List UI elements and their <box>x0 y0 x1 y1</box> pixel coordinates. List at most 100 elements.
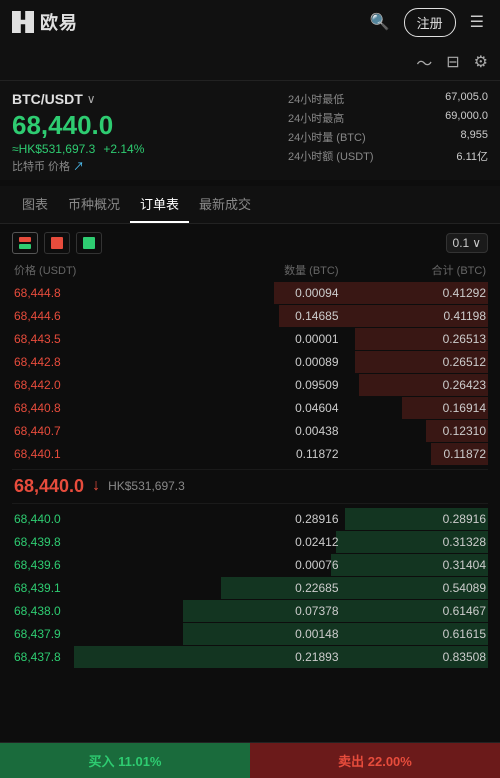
ask-orders: 68,444.8 0.00094 0.41292 68,444.6 0.1468… <box>12 282 488 465</box>
ask-total: 0.41198 <box>339 309 487 323</box>
mid-price-row: 68,440.0 ↓ HK$531,697.3 <box>12 469 488 504</box>
sell-button[interactable]: 卖出 22.00% <box>250 743 500 778</box>
tab-chart[interactable]: 图表 <box>12 186 58 223</box>
ask-row[interactable]: 68,443.5 0.00001 0.26513 <box>12 328 488 350</box>
sub-header: 〜 ⊟ ⚙ <box>0 44 500 81</box>
current-price: 68,440.0 <box>12 111 288 140</box>
orderbook-toolbar: 0.1 ∨ <box>12 232 488 254</box>
bid-total: 0.31404 <box>339 558 487 572</box>
mid-direction-icon: ↓ <box>92 477 100 495</box>
tab-orderbook[interactable]: 订单表 <box>130 186 189 223</box>
bid-qty: 0.22685 <box>191 581 339 595</box>
stat-vol-usdt-value: 6.11亿 <box>456 148 488 164</box>
ask-total: 0.12310 <box>339 424 487 438</box>
bid-price: 68,439.6 <box>14 558 191 572</box>
bid-total: 0.31328 <box>339 535 487 549</box>
tab-overview[interactable]: 币种概况 <box>58 186 130 223</box>
bid-total: 0.61615 <box>339 627 487 641</box>
bid-price: 68,439.8 <box>14 535 191 549</box>
bid-price: 68,437.8 <box>14 650 191 664</box>
view-sell-button[interactable] <box>44 232 70 254</box>
stat-low-value: 67,005.0 <box>445 91 488 107</box>
stat-vol-btc-value: 8,955 <box>460 129 488 145</box>
bid-price: 68,437.9 <box>14 627 191 641</box>
ask-qty: 0.00089 <box>191 355 339 369</box>
stat-vol-usdt-label: 24小时额 (USDT) <box>288 148 374 164</box>
bid-qty: 0.02412 <box>191 535 339 549</box>
bid-row[interactable]: 68,437.9 0.00148 0.61615 <box>12 623 488 645</box>
pair-dropdown-icon[interactable]: ∨ <box>87 92 96 106</box>
pair-row: BTC/USDT ∨ <box>12 91 288 107</box>
coin-label: 比特币 价格 ↗ <box>12 158 288 174</box>
bid-price: 68,439.1 <box>14 581 191 595</box>
bid-row[interactable]: 68,439.1 0.22685 0.54089 <box>12 577 488 599</box>
stat-high: 24小时最高 69,000.0 <box>288 110 488 126</box>
stat-vol-btc: 24小时量 (BTC) 8,955 <box>288 129 488 145</box>
ask-row[interactable]: 68,444.6 0.14685 0.41198 <box>12 305 488 327</box>
bid-qty: 0.21893 <box>191 650 339 664</box>
ask-qty: 0.04604 <box>191 401 339 415</box>
bid-row[interactable]: 68,440.0 0.28916 0.28916 <box>12 508 488 530</box>
ask-price: 68,443.5 <box>14 332 191 346</box>
ask-total: 0.26512 <box>339 355 487 369</box>
column-headers: 价格 (USDT) 数量 (BTC) 合计 (BTC) <box>12 262 488 278</box>
chart-activity-icon[interactable]: 〜 <box>416 50 432 74</box>
orderbook-section: 0.1 ∨ 价格 (USDT) 数量 (BTC) 合计 (BTC) 68,444… <box>0 224 500 677</box>
stat-high-value: 69,000.0 <box>445 110 488 126</box>
ask-row[interactable]: 68,440.7 0.00438 0.12310 <box>12 420 488 442</box>
bid-qty: 0.00148 <box>191 627 339 641</box>
bid-qty: 0.00076 <box>191 558 339 572</box>
tab-bar: 图表 币种概况 订单表 最新成交 <box>0 186 500 224</box>
ask-row[interactable]: 68,442.0 0.09509 0.26423 <box>12 374 488 396</box>
bid-price: 68,438.0 <box>14 604 191 618</box>
hk-price: ≈HK$531,697.3 <box>12 142 95 156</box>
market-stats: 24小时最低 67,005.0 24小时最高 69,000.0 24小时量 (B… <box>288 91 488 174</box>
precision-dropdown-icon: ∨ <box>472 236 481 250</box>
ask-row[interactable]: 68,440.8 0.04604 0.16914 <box>12 397 488 419</box>
register-button[interactable]: 注册 <box>404 8 456 37</box>
tab-trades[interactable]: 最新成交 <box>189 186 261 223</box>
bid-total: 0.28916 <box>339 512 487 526</box>
view-both-icon <box>18 236 32 250</box>
logo-icon <box>12 11 34 33</box>
bid-row[interactable]: 68,438.0 0.07378 0.61467 <box>12 600 488 622</box>
header: 欧易 🔍 注册 ☰ <box>0 0 500 44</box>
sell-label: 卖出 22.00% <box>338 751 412 770</box>
logo-area: 欧易 <box>12 9 78 35</box>
stat-low-label: 24小时最低 <box>288 91 344 107</box>
stat-vol-usdt: 24小时额 (USDT) 6.11亿 <box>288 148 488 164</box>
settings-icon[interactable]: ⚙ <box>474 52 488 72</box>
ask-qty: 0.14685 <box>191 309 339 323</box>
ask-row[interactable]: 68,440.1 0.11872 0.11872 <box>12 443 488 465</box>
header-actions: 🔍 注册 ☰ <box>366 8 488 37</box>
bottom-bar: 买入 11.01% 卖出 22.00% <box>0 742 500 778</box>
ask-row[interactable]: 68,444.8 0.00094 0.41292 <box>12 282 488 304</box>
bid-row[interactable]: 68,439.6 0.00076 0.31404 <box>12 554 488 576</box>
search-button[interactable]: 🔍 <box>366 8 394 36</box>
card-icon[interactable]: ⊟ <box>446 52 459 72</box>
bid-row[interactable]: 68,437.8 0.21893 0.83508 <box>12 646 488 668</box>
bid-total: 0.61467 <box>339 604 487 618</box>
precision-selector[interactable]: 0.1 ∨ <box>446 233 488 253</box>
buy-button[interactable]: 买入 11.01% <box>0 743 250 778</box>
menu-button[interactable]: ☰ <box>466 8 488 36</box>
ask-row[interactable]: 68,442.8 0.00089 0.26512 <box>12 351 488 373</box>
ask-price: 68,444.6 <box>14 309 191 323</box>
bid-qty: 0.28916 <box>191 512 339 526</box>
mid-hk-price: HK$531,697.3 <box>108 479 185 493</box>
bid-row[interactable]: 68,439.8 0.02412 0.31328 <box>12 531 488 553</box>
view-buy-button[interactable] <box>76 232 102 254</box>
price-change: +2.14% <box>103 142 144 156</box>
view-both-button[interactable] <box>12 232 38 254</box>
ask-total: 0.41292 <box>339 286 487 300</box>
ask-total: 0.26513 <box>339 332 487 346</box>
market-info: BTC/USDT ∨ 68,440.0 ≈HK$531,697.3 +2.14%… <box>0 81 500 180</box>
col-price-header: 价格 (USDT) <box>14 262 191 278</box>
external-link-icon[interactable]: ↗ <box>73 161 84 173</box>
col-total-header: 合计 (BTC) <box>339 262 487 278</box>
bid-total: 0.54089 <box>339 581 487 595</box>
bid-total: 0.83508 <box>339 650 487 664</box>
ask-qty: 0.09509 <box>191 378 339 392</box>
view-buy-icon <box>82 236 96 250</box>
ask-qty: 0.00438 <box>191 424 339 438</box>
